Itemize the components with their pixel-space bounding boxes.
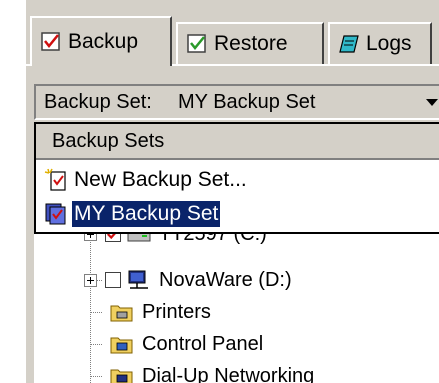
tree-connector-line [90, 312, 102, 313]
network-drive-icon [128, 270, 148, 289]
tab-logs[interactable]: Logs [328, 22, 432, 64]
restore-tab-icon [187, 34, 206, 53]
tree-item-control-panel[interactable]: Control Panel [104, 328, 263, 360]
tree-item-label: Dial-Up Networking [142, 364, 315, 383]
printers-folder-icon [110, 305, 133, 322]
tab-logs-label: Logs [366, 32, 412, 55]
tab-restore[interactable]: Restore [176, 22, 324, 64]
logs-tab-icon [339, 35, 359, 53]
tree-item-drive-d[interactable]: NovaWare (D:) [84, 264, 292, 296]
tree-item-label: Control Panel [142, 332, 264, 355]
tree-connector-line [90, 344, 102, 345]
backup-sets-list: Backup Sets New Backup Set... MY Backup … [34, 122, 439, 234]
tab-restore-label: Restore [214, 32, 288, 55]
expand-icon[interactable] [84, 273, 97, 287]
backup-set-label: Backup Set: [44, 91, 152, 113]
control-panel-folder-icon [110, 337, 133, 354]
tree-item-label: NovaWare (D:) [159, 268, 292, 291]
tab-backup[interactable]: Backup [30, 16, 172, 66]
tree-connector-line [90, 376, 102, 377]
dial-up-networking-folder-icon [110, 369, 133, 383]
new-backup-set-icon [44, 168, 66, 191]
my-backup-set-label: MY Backup Set [72, 201, 221, 227]
tree-connector-line [90, 234, 91, 383]
backup-application-window: Backup Restore Logs Backup Set: MY Backu… [0, 0, 439, 383]
backup-set-value: MY Backup Set [178, 91, 316, 113]
backup-set-dropdown[interactable]: Backup Set: MY Backup Set [34, 84, 439, 120]
file-tree: TT2597 (C:) NovaWare (D:) Printers [34, 223, 439, 383]
tree-item-label: Printers [142, 300, 211, 323]
list-item-new-backup-set[interactable]: New Backup Set... [36, 162, 439, 198]
tab-backup-label: Backup [68, 30, 139, 53]
new-backup-set-label: New Backup Set... [74, 168, 247, 191]
tree-item-dial-up-networking[interactable]: Dial-Up Networking [104, 360, 314, 383]
backup-sets-header-label: Backup Sets [52, 130, 165, 152]
backup-sets-header: Backup Sets [36, 124, 439, 160]
window-left-edge [24, 0, 26, 383]
backup-set-icon [45, 203, 66, 225]
backup-tab-icon [41, 32, 60, 51]
tree-item-checkbox[interactable] [105, 272, 121, 288]
list-item-my-backup-set[interactable]: MY Backup Set [36, 196, 439, 232]
tree-item-printers[interactable]: Printers [104, 296, 211, 328]
dropdown-arrow-icon[interactable] [426, 99, 438, 106]
